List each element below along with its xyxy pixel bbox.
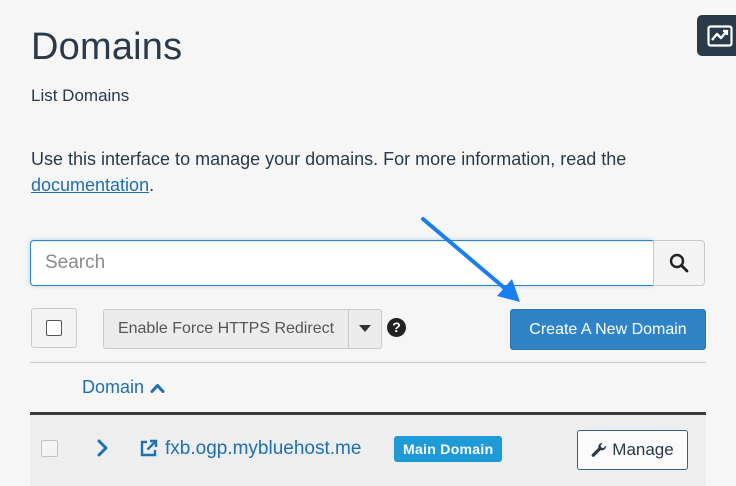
external-link-icon[interactable] <box>139 439 158 458</box>
create-domain-button[interactable]: Create A New Domain <box>510 309 706 350</box>
manage-label: Manage <box>612 440 674 459</box>
page-subtitle: List Domains <box>31 86 130 105</box>
column-header-label: Domain <box>82 377 145 397</box>
chevron-up-icon <box>150 383 165 393</box>
intro-text: Use this interface to manage your domain… <box>31 146 711 198</box>
intro-body: Use this interface to manage your domain… <box>31 149 627 169</box>
documentation-link[interactable]: documentation <box>31 175 149 195</box>
search-button[interactable] <box>653 240 705 286</box>
force-https-control: Enable Force HTTPS Redirect <box>103 309 382 349</box>
force-https-dropdown-toggle[interactable] <box>348 309 382 349</box>
search-bar <box>30 240 705 286</box>
question-circle-icon[interactable]: ? <box>387 318 406 337</box>
search-icon <box>669 253 689 273</box>
domain-link[interactable]: fxb.ogp.mybluehost.me <box>165 438 361 460</box>
intro-suffix: . <box>149 175 155 195</box>
line-chart-icon <box>707 24 733 47</box>
checkbox-box <box>46 320 62 336</box>
main-domain-badge: Main Domain <box>394 436 503 462</box>
chevron-right-icon[interactable] <box>96 437 110 459</box>
page-title: Domains <box>31 26 183 68</box>
row-checkbox[interactable] <box>41 440 58 457</box>
force-https-button[interactable]: Enable Force HTTPS Redirect <box>103 309 348 349</box>
wrench-icon <box>591 442 607 457</box>
select-all-checkbox[interactable] <box>31 308 77 348</box>
column-header-domain[interactable]: Domain <box>82 377 165 398</box>
table-top-rule <box>30 362 706 363</box>
search-input[interactable] <box>30 240 653 286</box>
table-row: fxb.ogp.mybluehost.me Main Domain Manage <box>30 415 706 486</box>
caret-down-icon <box>359 325 371 332</box>
manage-button[interactable]: Manage <box>577 430 688 470</box>
stats-panel-toggle[interactable] <box>697 15 736 56</box>
